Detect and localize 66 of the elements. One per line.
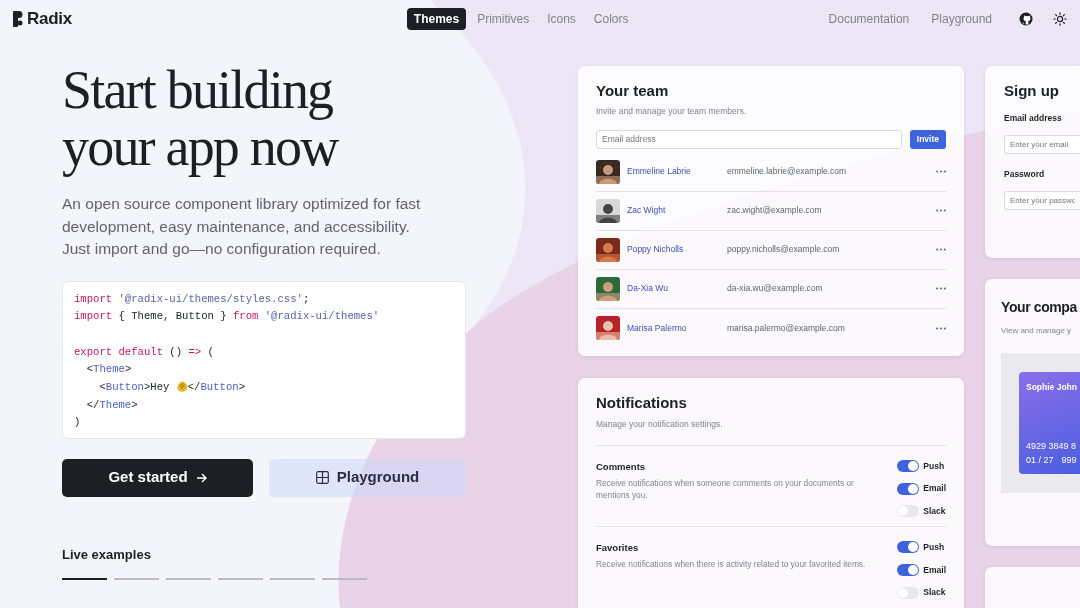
input-field[interactable]: Enter your passwo: [1004, 190, 1080, 210]
get-started-button[interactable]: Get started: [62, 458, 253, 497]
card-title: Your compa: [1001, 299, 1077, 316]
logo-icon: [13, 11, 23, 27]
member-email: zac.wight@example.com: [727, 204, 823, 218]
more-menu-icon[interactable]: [936, 326, 946, 330]
card-number: 4929 3849 8: [1026, 440, 1078, 453]
more-menu-icon[interactable]: [936, 287, 946, 291]
member-name[interactable]: Da-Xia Wu: [627, 282, 727, 296]
toggle-label: Push: [923, 540, 945, 554]
field-label: Password: [1004, 167, 1046, 181]
member-name[interactable]: Marisa Palermo: [627, 321, 727, 335]
nav-tab[interactable]: Themes: [406, 8, 467, 30]
toggle-switch[interactable]: [897, 563, 920, 576]
more-menu-icon[interactable]: [936, 248, 946, 252]
card-cvc: 999: [1061, 453, 1077, 467]
hero-title: Start building your app now: [62, 62, 339, 176]
toggle-label: Email: [923, 482, 946, 495]
code-line: export default () => (: [74, 344, 215, 360]
toggle-label: Slack: [923, 586, 946, 599]
toggle-switch[interactable]: [897, 459, 920, 472]
card-subtitle: Invite and manage your team members.: [596, 105, 748, 118]
code-line: ): [74, 415, 82, 431]
toggle-switch[interactable]: [897, 541, 920, 554]
card-title: Notifications: [596, 393, 688, 412]
member-email: da-xia.wu@example.com: [727, 282, 824, 296]
member-email: emmeline.labrie@example.com: [727, 165, 848, 179]
github-icon[interactable]: [1019, 12, 1033, 26]
theme-toggle-icon[interactable]: [1053, 12, 1067, 26]
field-label: Email address: [1004, 112, 1063, 125]
card-title: Your team: [596, 82, 670, 100]
input-field[interactable]: Enter your email: [1004, 134, 1080, 154]
card-title: Sign up: [1004, 82, 1060, 100]
toggle-switch[interactable]: [897, 482, 920, 495]
group-title: Comments: [596, 459, 647, 474]
invite-button[interactable]: Invite: [909, 129, 946, 149]
toggle-label: Email: [923, 563, 946, 577]
group-title: Favorites: [596, 540, 640, 555]
logo[interactable]: Radix: [27, 6, 72, 32]
member-name[interactable]: Zac Wight: [627, 204, 727, 218]
arrow-right-icon: [195, 472, 207, 483]
member-name[interactable]: Poppy Nicholls: [627, 243, 727, 257]
card-subtitle: Manage your notification settings.: [596, 417, 724, 431]
hand-icon: [175, 379, 188, 392]
email-field[interactable]: Email address: [596, 129, 902, 149]
toggle-label: Push: [923, 459, 945, 473]
code-line: import '@radix-ui/themes/styles.css';: [74, 291, 311, 307]
toggle-label: Slack: [923, 505, 946, 518]
grid-icon: [315, 471, 329, 484]
code-line: </Theme>: [85, 397, 139, 413]
code-line: import { Theme, Button } from '@radix-ui/themes': [74, 309, 381, 325]
section-heading: Live examples: [62, 545, 152, 564]
member-email: marisa.palermo@example.com: [727, 321, 846, 335]
group-description: Receive notifications when there is activity related to your favorited items.: [596, 558, 867, 570]
hero-subtitle: An open source component library optimized for fast development, easy maintenance, and accessibility. Just import and go—no configuration required.: [62, 194, 422, 259]
more-menu-icon[interactable]: [936, 170, 946, 174]
cardholder-name: Sophie John: [1026, 381, 1078, 394]
more-menu-icon[interactable]: [936, 209, 946, 213]
playground-button[interactable]: Playground: [269, 458, 466, 497]
member-name[interactable]: Emmeline Labrie: [627, 165, 727, 179]
code-line: <Theme>: [85, 362, 133, 378]
card-expiry: 01 / 27: [1026, 453, 1054, 467]
member-email: poppy.nicholls@example.com: [727, 243, 841, 257]
code-line: <Button>Hey </Button>: [98, 378, 246, 395]
group-description: Receive notifications when someone comments on your documents or mentions you.: [596, 476, 855, 501]
card-subtitle: View and manage y: [1001, 325, 1073, 337]
